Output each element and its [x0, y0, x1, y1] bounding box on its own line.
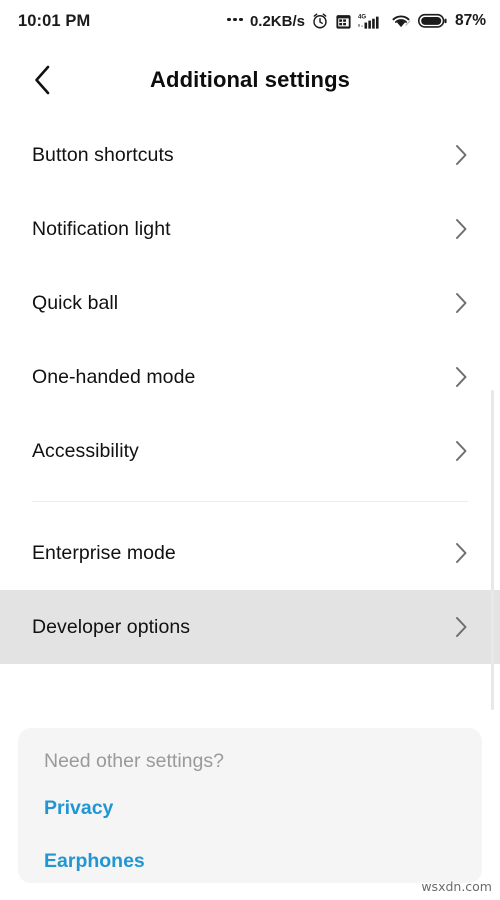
back-button[interactable]: [14, 52, 70, 108]
list-item-label: Notification light: [32, 217, 171, 240]
section-divider: [32, 501, 468, 502]
chevron-right-icon: [450, 440, 472, 462]
link-privacy[interactable]: Privacy: [44, 797, 456, 820]
network-activity-dots-icon: [227, 17, 243, 25]
other-settings-card: Need other settings? Privacy Earphones: [18, 728, 482, 883]
list-item-developer-options[interactable]: Developer options: [0, 590, 500, 664]
list-item-label: Enterprise mode: [32, 541, 176, 564]
chevron-right-icon: [450, 144, 472, 166]
list-item-label: Button shortcuts: [32, 143, 174, 166]
wifi-icon: [390, 12, 412, 30]
scrollbar-thumb[interactable]: [491, 390, 494, 710]
svg-text:4G: 4G: [358, 14, 366, 21]
list-item-button-shortcuts[interactable]: Button shortcuts: [0, 118, 500, 192]
list-item-quick-ball[interactable]: Quick ball: [0, 266, 500, 340]
chevron-left-icon: [35, 65, 50, 95]
signal-4g-icon: 4G: [357, 12, 384, 30]
chevron-right-icon: [450, 366, 472, 388]
battery-percent-label: 87%: [454, 12, 486, 29]
list-item-label: Accessibility: [32, 439, 139, 462]
list-item-label: Developer options: [32, 615, 191, 638]
alarm-clock-icon: [311, 12, 329, 30]
chevron-right-icon: [450, 292, 472, 314]
link-earphones[interactable]: Earphones: [44, 850, 456, 873]
chevron-right-icon: [450, 616, 472, 638]
battery-icon: [417, 13, 447, 29]
chevron-right-icon: [450, 542, 472, 564]
network-speed-label: 0.2KB/s: [249, 12, 305, 30]
list-item-notification-light[interactable]: Notification light: [0, 192, 500, 266]
chevron-right-icon: [450, 218, 472, 240]
list-item-label: Quick ball: [32, 291, 119, 314]
status-bar-clock: 10:01 PM: [18, 11, 91, 30]
list-item-accessibility[interactable]: Accessibility: [0, 414, 500, 488]
page-title: Additional settings: [150, 67, 350, 92]
list-item-enterprise-mode[interactable]: Enterprise mode: [0, 516, 500, 590]
list-item-label: One-handed mode: [32, 365, 196, 388]
card-heading: Need other settings?: [44, 750, 224, 772]
app-header: Additional settings: [0, 42, 500, 118]
status-bar: 10:01 PM 0.2KB/s 4G 87%: [0, 0, 500, 42]
watermark: wsxdn.com: [421, 879, 492, 894]
status-bar-icons: 0.2KB/s 4G 87%: [227, 12, 486, 30]
phone-screen: 10:01 PM 0.2KB/s 4G 87% Additional setti…: [0, 0, 500, 900]
list-item-one-handed-mode[interactable]: One-handed mode: [0, 340, 500, 414]
calendar-icon: [335, 13, 352, 30]
